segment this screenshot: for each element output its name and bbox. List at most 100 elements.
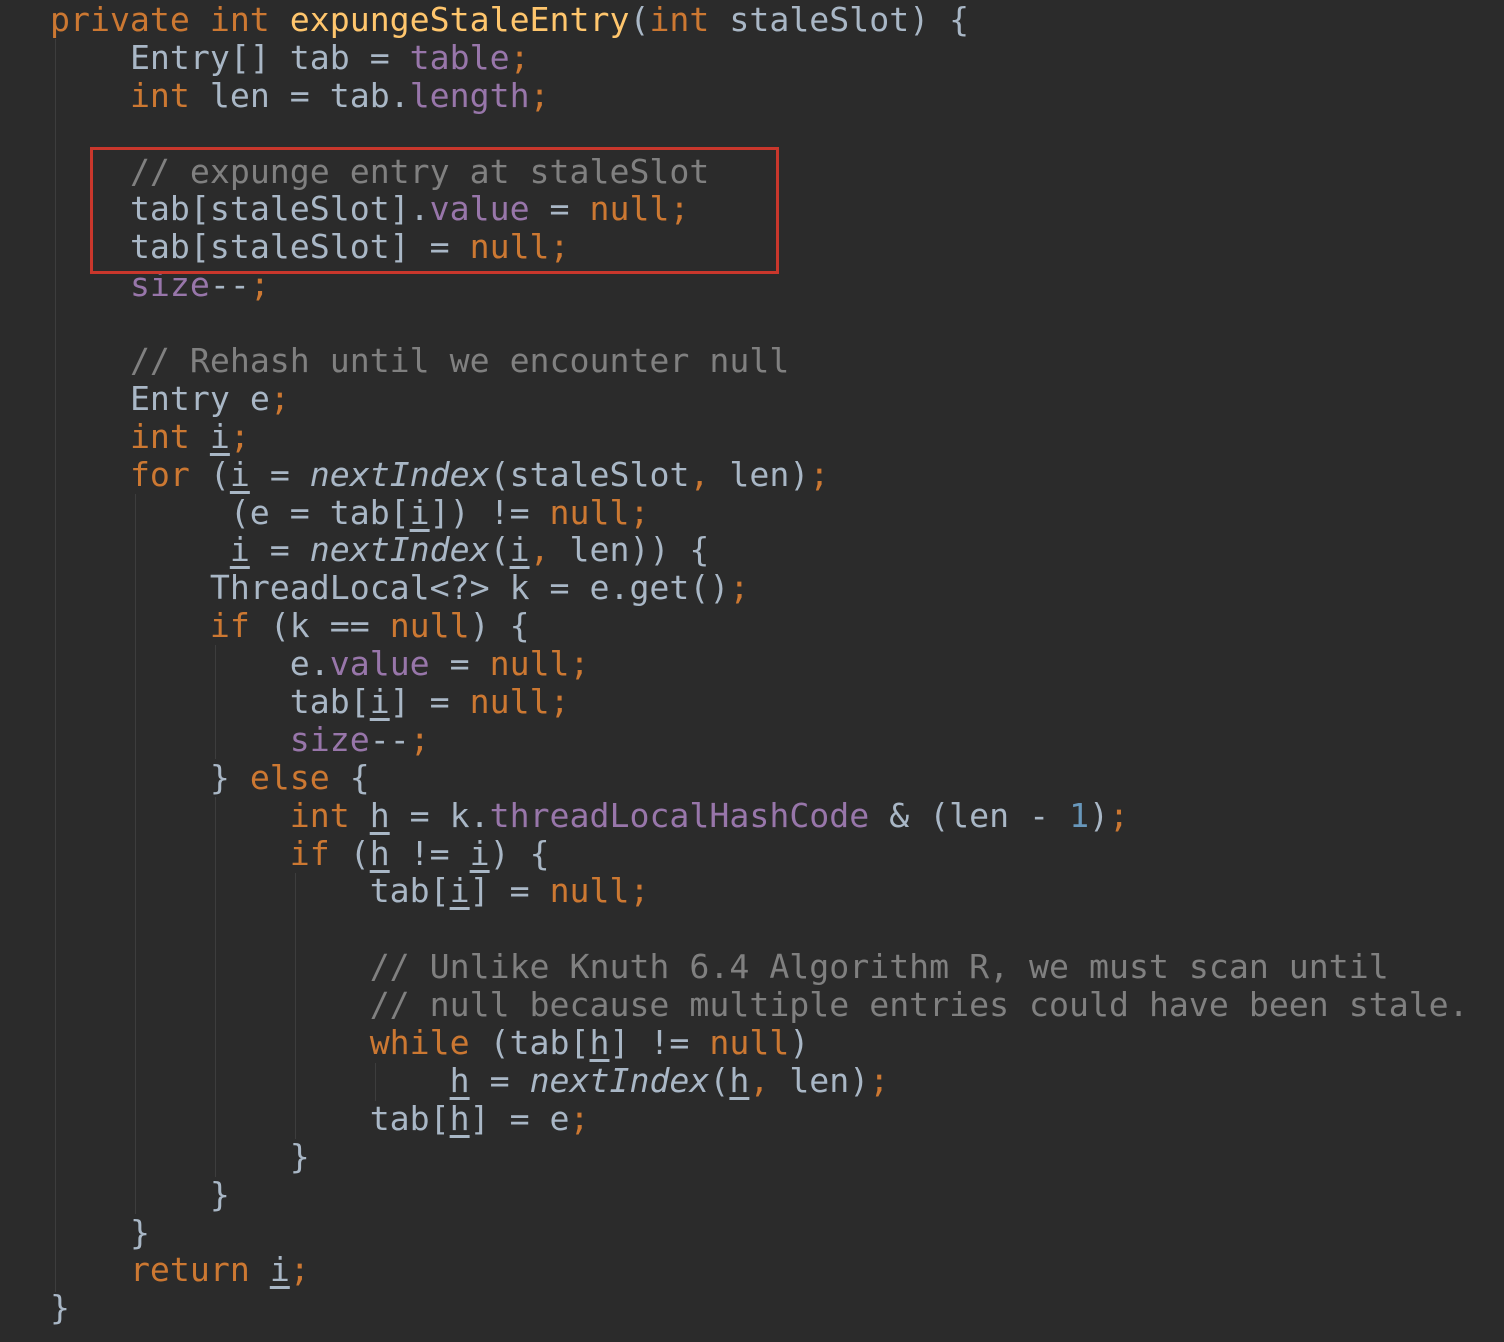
code-token: while bbox=[369, 1023, 490, 1063]
code-token: } bbox=[209, 757, 250, 797]
code-token: & (len - bbox=[869, 795, 1070, 835]
code-token: ; bbox=[569, 1098, 590, 1138]
code-token: ) { bbox=[469, 606, 530, 646]
code-token: null; bbox=[469, 227, 570, 267]
code-token: i bbox=[229, 454, 250, 494]
code-line: tab[i] = null; bbox=[50, 683, 1469, 721]
code-token: ( bbox=[709, 1060, 730, 1100]
code-line: size--; bbox=[50, 719, 1469, 759]
code-token: } bbox=[209, 1174, 230, 1214]
code-token: // Unlike Knuth 6.4 Algorithm R, we must… bbox=[369, 947, 1389, 987]
code-token: if bbox=[289, 833, 350, 873]
code-token: else bbox=[249, 757, 350, 797]
code-token: i bbox=[409, 492, 430, 532]
code-line: } bbox=[50, 1289, 1469, 1327]
code-token: , bbox=[749, 1060, 790, 1100]
code-token: ; bbox=[869, 1060, 890, 1100]
code-line: if (k == null) { bbox=[50, 607, 1469, 645]
code-token: e. bbox=[289, 644, 330, 684]
code-token: i bbox=[209, 416, 230, 456]
code-token: // expunge entry at staleSlot bbox=[129, 151, 710, 191]
code-token: length bbox=[409, 75, 530, 115]
code-token: h bbox=[369, 833, 390, 873]
code-line: // null because multiple entries could h… bbox=[50, 986, 1469, 1024]
code-line: tab[h] = e; bbox=[50, 1098, 1469, 1138]
code-token: ; bbox=[729, 568, 750, 608]
code-token: int bbox=[129, 416, 210, 456]
code-line: // expunge entry at staleSlot bbox=[50, 151, 1469, 191]
code-token: 1 bbox=[1069, 795, 1090, 835]
code-token: tab[ bbox=[369, 1098, 450, 1138]
code-token: ( bbox=[349, 833, 370, 873]
code-token: int bbox=[129, 75, 210, 115]
code-token: ) bbox=[1089, 795, 1110, 835]
code-token: int bbox=[289, 795, 370, 835]
code-token: return bbox=[129, 1250, 270, 1290]
code-token: ; bbox=[1109, 795, 1130, 835]
code-token: len)) { bbox=[569, 530, 710, 570]
code-token: } bbox=[50, 1288, 70, 1328]
code-token: ; bbox=[229, 416, 250, 456]
code-token: ) bbox=[789, 1023, 810, 1063]
code-token: , bbox=[529, 530, 570, 570]
code-token: = bbox=[529, 189, 590, 229]
code-token: = bbox=[249, 530, 310, 570]
code-line: i = nextIndex(i, len)) { bbox=[50, 531, 1469, 569]
code-token: (staleSlot bbox=[489, 454, 690, 494]
code-token: = bbox=[429, 644, 490, 684]
code-token: for bbox=[129, 454, 210, 494]
code-line: tab[staleSlot] = null; bbox=[50, 228, 1469, 266]
code-line: } bbox=[50, 1137, 1469, 1176]
code-line: h = nextIndex(h, len); bbox=[50, 1060, 1469, 1100]
code-line: tab[staleSlot].value = null; bbox=[50, 190, 1469, 228]
code-token: i bbox=[469, 833, 490, 873]
code-token: table bbox=[409, 37, 510, 77]
code-token: null; bbox=[469, 682, 570, 722]
code-token: (k == bbox=[269, 606, 390, 646]
code-line: ThreadLocal<?> k = e.get(); bbox=[50, 569, 1469, 607]
code-token: tab[ bbox=[289, 682, 370, 722]
code-token: != bbox=[389, 833, 470, 873]
code-token: h bbox=[589, 1023, 610, 1063]
code-token: } bbox=[129, 1212, 150, 1252]
code-token: ( bbox=[489, 530, 510, 570]
code-token: null; bbox=[549, 871, 650, 911]
code-token: = bbox=[249, 454, 310, 494]
code-token: i bbox=[229, 530, 250, 570]
code-token: null bbox=[709, 1023, 790, 1063]
code-token: Entry[] tab = bbox=[129, 37, 410, 77]
code-line: int h = k.threadLocalHashCode & (len - 1… bbox=[50, 795, 1469, 835]
code-token: = k. bbox=[389, 795, 490, 835]
code-token: null; bbox=[489, 644, 590, 684]
code-token: size bbox=[289, 719, 370, 759]
code-token: // Rehash until we encounter null bbox=[129, 341, 790, 381]
code-token: staleSlot) { bbox=[729, 0, 970, 39]
code-token: ; bbox=[509, 37, 530, 77]
code-token: ) { bbox=[489, 833, 550, 873]
code-token: tab[staleSlot] = bbox=[129, 227, 470, 267]
code-token: i bbox=[449, 871, 470, 911]
code-token: , bbox=[689, 454, 730, 494]
code-token: h bbox=[729, 1060, 750, 1100]
code-line: while (tab[h] != null) bbox=[50, 1024, 1469, 1062]
code-token: Entry e bbox=[129, 378, 270, 418]
code-token: null bbox=[389, 606, 470, 646]
code-line: return i; bbox=[50, 1251, 1469, 1289]
code-token: ] != bbox=[609, 1023, 710, 1063]
code-token: h bbox=[449, 1098, 470, 1138]
code-line: e.value = null; bbox=[50, 645, 1469, 683]
code-token: -- bbox=[209, 265, 250, 305]
code-token: ] = e bbox=[469, 1098, 570, 1138]
code-token: h bbox=[449, 1060, 470, 1100]
code-token: // null because multiple entries could h… bbox=[369, 985, 1469, 1025]
code-line: private int expungeStaleEntry(int staleS… bbox=[50, 1, 1469, 39]
code-line: int i; bbox=[50, 416, 1469, 456]
code-token: nextIndex bbox=[309, 530, 490, 570]
code-token: threadLocalHashCode bbox=[489, 795, 870, 835]
code-text[interactable]: private int expungeStaleEntry(int staleS… bbox=[50, 1, 1469, 1327]
code-token: i bbox=[269, 1250, 290, 1290]
code-token: (tab[ bbox=[489, 1023, 590, 1063]
code-token: if bbox=[209, 606, 270, 646]
